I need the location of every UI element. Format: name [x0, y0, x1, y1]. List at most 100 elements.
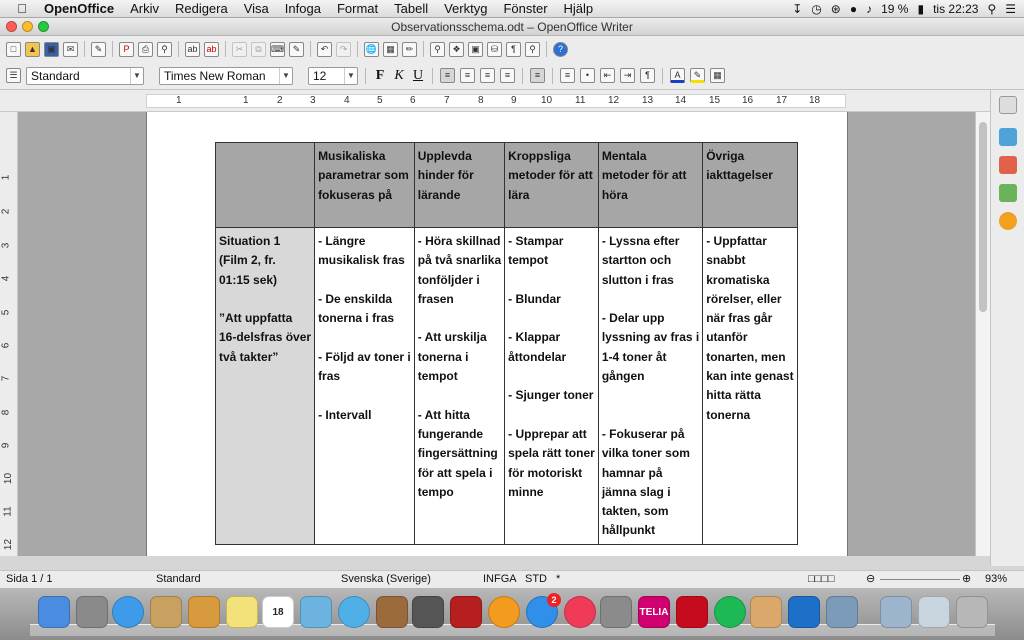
- paste-icon[interactable]: ⌨: [270, 41, 285, 57]
- properties-icon[interactable]: [999, 128, 1017, 146]
- wifi-icon[interactable]: ●: [850, 2, 857, 16]
- increase-indent-icon[interactable]: ⇥: [620, 68, 635, 83]
- print-preview-icon[interactable]: ⚲: [157, 41, 172, 57]
- battery-icon[interactable]: ▮: [917, 2, 924, 16]
- zoom-icon[interactable]: ⚲: [525, 41, 540, 57]
- messages-icon[interactable]: [338, 596, 370, 628]
- system-preferences-icon[interactable]: [600, 596, 632, 628]
- photo-booth-icon[interactable]: [450, 596, 482, 628]
- menu-tabell[interactable]: Tabell: [394, 1, 428, 16]
- find-replace-icon[interactable]: ⚲: [430, 41, 445, 57]
- font-name-select[interactable]: Times New Roman ▼: [159, 66, 293, 85]
- menu-hjalp[interactable]: Hjälp: [564, 1, 594, 16]
- spotify-icon[interactable]: [714, 596, 746, 628]
- download-icon[interactable]: ↧: [792, 2, 802, 16]
- zoom-window-button[interactable]: [38, 21, 49, 32]
- clock[interactable]: tis 22:23: [933, 2, 978, 16]
- bluetooth-icon[interactable]: ⊛: [831, 2, 841, 16]
- garageband-icon[interactable]: [376, 596, 408, 628]
- paragraph-format-icon[interactable]: ¶: [640, 68, 655, 83]
- menu-arkiv[interactable]: Arkiv: [130, 1, 159, 16]
- zoom-out-icon[interactable]: ⊖: [866, 571, 875, 588]
- data-sources-icon[interactable]: ⛁: [487, 41, 502, 57]
- selection-mode-indicator[interactable]: STD: [525, 571, 547, 588]
- export-pdf-icon[interactable]: P: [119, 41, 134, 57]
- table-header-cell[interactable]: Upplevda hinder för lärande: [413, 142, 506, 228]
- highlighting-icon[interactable]: ✎: [690, 68, 705, 83]
- copy-icon[interactable]: ⧉: [251, 41, 266, 57]
- notification-list-icon[interactable]: ☰: [1005, 2, 1016, 16]
- observation-table[interactable]: Musikaliska parametrar som fokuseras på Up…: [214, 142, 798, 545]
- save-icon[interactable]: ▣: [44, 41, 59, 57]
- menu-redigera[interactable]: Redigera: [175, 1, 228, 16]
- trash-icon[interactable]: [956, 596, 988, 628]
- scrollbar-thumb[interactable]: [979, 122, 987, 312]
- table-header-cell[interactable]: Övriga iakttagelser: [702, 142, 798, 228]
- new-document-icon[interactable]: □: [6, 41, 21, 57]
- table-cell[interactable]: - Längre musikalisk fras - De enskilda tone…: [314, 227, 415, 545]
- paintbrush-icon[interactable]: [750, 596, 782, 628]
- launchpad-icon[interactable]: [76, 596, 108, 628]
- menu-fonster[interactable]: Fönster: [503, 1, 547, 16]
- email-icon[interactable]: ✉: [63, 41, 78, 57]
- navigator-sidebar-icon[interactable]: [999, 212, 1017, 230]
- styles-icon[interactable]: [999, 156, 1017, 174]
- table-cell[interactable]: - Stampar tempot - Blundar - Klappar åttonde…: [504, 227, 599, 545]
- page-indicator[interactable]: Sida 1 / 1: [6, 571, 52, 588]
- calendar-icon[interactable]: 18: [262, 596, 294, 628]
- align-left-icon[interactable]: ≡: [440, 68, 455, 83]
- sidebar-menu-icon[interactable]: [999, 96, 1017, 114]
- facetime-icon[interactable]: [412, 596, 444, 628]
- hyperlink-icon[interactable]: 🌐: [364, 41, 379, 57]
- edit-mode-icon[interactable]: ✎: [91, 41, 106, 57]
- openoffice-icon[interactable]: [788, 596, 820, 628]
- minimize-window-button[interactable]: [22, 21, 33, 32]
- document-page[interactable]: Musikaliska parametrar som fokuseras på Up…: [146, 112, 848, 556]
- styles-formatting-icon[interactable]: ☰: [6, 68, 21, 83]
- page-style-indicator[interactable]: Standard: [156, 571, 201, 588]
- table-header-cell[interactable]: Kroppsliga metoder för att lära: [504, 142, 599, 228]
- help-icon[interactable]: ?: [553, 41, 568, 57]
- navigator-icon[interactable]: ❖: [449, 41, 464, 57]
- mail-icon[interactable]: [150, 596, 182, 628]
- zoom-in-icon[interactable]: ⊕: [962, 571, 971, 588]
- italic-button[interactable]: K: [392, 68, 406, 84]
- acrobat-icon[interactable]: [676, 596, 708, 628]
- finder-icon[interactable]: [38, 596, 70, 628]
- print-icon[interactable]: ⎙: [138, 41, 153, 57]
- table-cell[interactable]: - Lyssna efter startton och slutton i fras…: [597, 227, 704, 545]
- app-store-icon[interactable]: 2: [526, 593, 561, 628]
- apple-icon[interactable]: : [14, 1, 30, 16]
- zoom-level[interactable]: 93%: [985, 571, 1007, 588]
- table-row-header-cell[interactable]: Situation 1 (Film 2, fr. 01:15 sek) ”Att up…: [214, 227, 316, 545]
- ibooks-icon[interactable]: [488, 596, 520, 628]
- menu-visa[interactable]: Visa: [244, 1, 269, 16]
- paragraph-style-select[interactable]: Standard ▼: [26, 66, 144, 85]
- contacts-icon[interactable]: [188, 596, 220, 628]
- line-spacing-icon[interactable]: ≡: [530, 68, 545, 83]
- nonprinting-characters-icon[interactable]: ¶: [506, 41, 521, 57]
- gallery-icon[interactable]: ▣: [468, 41, 483, 57]
- menu-app-name[interactable]: OpenOffice: [44, 1, 114, 16]
- insert-mode-indicator[interactable]: INFGA: [483, 571, 517, 588]
- vertical-scrollbar[interactable]: [975, 112, 990, 556]
- zoom-slider[interactable]: [880, 579, 960, 580]
- decrease-indent-icon[interactable]: ⇤: [600, 68, 615, 83]
- format-paintbrush-icon[interactable]: ✎: [289, 41, 304, 57]
- open-folder-icon[interactable]: ▲: [25, 41, 40, 57]
- justify-icon[interactable]: ≡: [500, 68, 515, 83]
- horizontal-ruler[interactable]: 1 1 2 3 4 5 6 7 8 9 10 11 12 13 14 15 16…: [0, 90, 990, 112]
- view-layout-icon[interactable]: □□□□: [808, 571, 835, 588]
- background-color-icon[interactable]: ▦: [710, 68, 725, 83]
- align-right-icon[interactable]: ≡: [480, 68, 495, 83]
- battery-percent[interactable]: 19 %: [881, 2, 908, 16]
- notes-icon[interactable]: [226, 596, 258, 628]
- itunes-icon[interactable]: [564, 596, 596, 628]
- show-draw-functions-icon[interactable]: ✏: [402, 41, 417, 57]
- numbering-icon[interactable]: ≡: [560, 68, 575, 83]
- telia-icon[interactable]: TELIA: [638, 596, 670, 628]
- downloads-folder-icon[interactable]: [918, 596, 950, 628]
- table-cell[interactable]: - Höra skillnad på två snarlika tonföljder…: [413, 227, 506, 545]
- chevron-down-icon[interactable]: ▼: [279, 67, 292, 84]
- underline-button[interactable]: U: [411, 68, 425, 84]
